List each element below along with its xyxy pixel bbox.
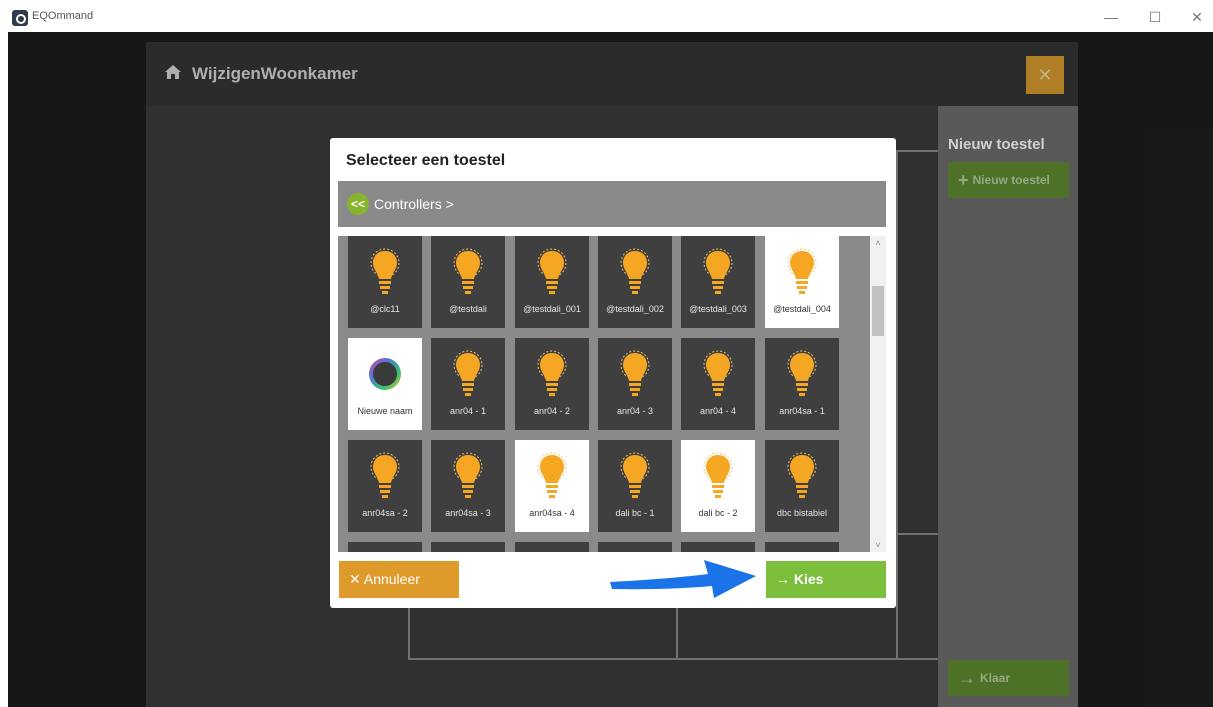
device-label: @testdali_002 — [606, 304, 664, 314]
device-label: Nieuwe naam — [357, 406, 413, 416]
device-label: dali bc - 2 — [698, 508, 738, 518]
device-label: @testdali_003 — [689, 304, 747, 314]
device-grid[interactable]: @clc11 @testdali @testdali_001 @testdali… — [338, 236, 886, 552]
choose-button[interactable]: → Kies — [766, 561, 886, 598]
device-tile[interactable]: Nieuwe naam — [348, 338, 422, 430]
annotation-arrow-icon — [610, 560, 756, 598]
device-label: anr04 - 2 — [533, 406, 571, 416]
device-label: dbc bistabiel — [776, 508, 828, 518]
window-close-button[interactable]: ✕ — [1182, 6, 1212, 28]
maximize-button[interactable]: ☐ — [1140, 6, 1170, 28]
device-tile[interactable]: anr04 - 2 — [515, 338, 589, 430]
device-label: anr04 - 3 — [616, 406, 654, 416]
breadcrumb: << Controllers > — [338, 181, 886, 227]
app-logo-icon — [12, 10, 28, 26]
device-tile[interactable]: anr04sa - 2 — [348, 440, 422, 532]
window-left-edge — [0, 32, 8, 707]
select-device-dialog: Selecteer een toestel << Controllers > @… — [330, 138, 896, 608]
device-tile[interactable] — [681, 542, 755, 552]
device-tile[interactable] — [765, 542, 839, 552]
device-grid-scrollbar[interactable]: ˄ ˅ — [870, 236, 886, 552]
scrollbar-thumb[interactable] — [872, 286, 884, 336]
device-tile[interactable]: dali bc - 1 — [598, 440, 672, 532]
scroll-down-icon[interactable]: ˅ — [870, 538, 886, 552]
device-tile[interactable]: dali bc - 2 — [681, 440, 755, 532]
device-label: @clc11 — [370, 304, 400, 314]
device-tile[interactable]: anr04sa - 3 — [431, 440, 505, 532]
arrow-right-icon: → — [776, 571, 794, 587]
device-tile[interactable]: anr04sa - 1 — [765, 338, 839, 430]
device-label: @testdali_004 — [773, 304, 831, 314]
dialog-title: Selecteer een toestel — [346, 152, 506, 169]
device-label: @testdali_001 — [523, 304, 581, 314]
scroll-up-icon[interactable]: ˄ — [870, 236, 886, 250]
device-label: anr04sa - 4 — [529, 508, 575, 518]
device-tile[interactable] — [431, 542, 505, 552]
device-tile[interactable]: @testdali_002 — [598, 236, 672, 328]
device-tile[interactable]: @testdali_004 — [765, 236, 839, 328]
device-tile[interactable]: @testdali — [431, 236, 505, 328]
device-tile[interactable]: dbc bistabiel — [765, 440, 839, 532]
device-tile[interactable]: @testdali_001 — [515, 236, 589, 328]
device-label: dali bc - 1 — [615, 508, 655, 518]
device-label: anr04 - 4 — [699, 406, 737, 416]
device-tile[interactable] — [515, 542, 589, 552]
device-label: anr04sa - 3 — [445, 508, 491, 518]
device-tile[interactable]: @testdali_003 — [681, 236, 755, 328]
device-tile[interactable]: @clc11 — [348, 236, 422, 328]
choose-label: Kies — [793, 571, 824, 587]
cancel-button[interactable]: ✕ Annuleer — [339, 561, 459, 598]
device-label: anr04 - 1 — [449, 406, 487, 416]
window-title: EQOmmand — [32, 10, 94, 22]
device-tile[interactable]: anr04 - 3 — [598, 338, 672, 430]
device-label: @testdali — [449, 304, 487, 314]
title-bar: EQOmmand — ☐ ✕ — [0, 0, 1213, 32]
cancel-icon: ✕ — [349, 571, 364, 587]
cancel-label: Annuleer — [363, 571, 420, 587]
device-label: anr04sa - 1 — [779, 406, 825, 416]
device-tile[interactable] — [598, 542, 672, 552]
device-tile[interactable]: anr04sa - 4 — [515, 440, 589, 532]
device-label: anr04sa - 2 — [362, 508, 408, 518]
minimize-button[interactable]: — — [1096, 6, 1126, 28]
back-button[interactable]: << — [347, 193, 369, 215]
device-tile[interactable]: anr04 - 4 — [681, 338, 755, 430]
device-tile[interactable]: anr04 - 1 — [431, 338, 505, 430]
device-tile[interactable] — [348, 542, 422, 552]
breadcrumb-controllers[interactable]: Controllers > — [374, 196, 454, 212]
